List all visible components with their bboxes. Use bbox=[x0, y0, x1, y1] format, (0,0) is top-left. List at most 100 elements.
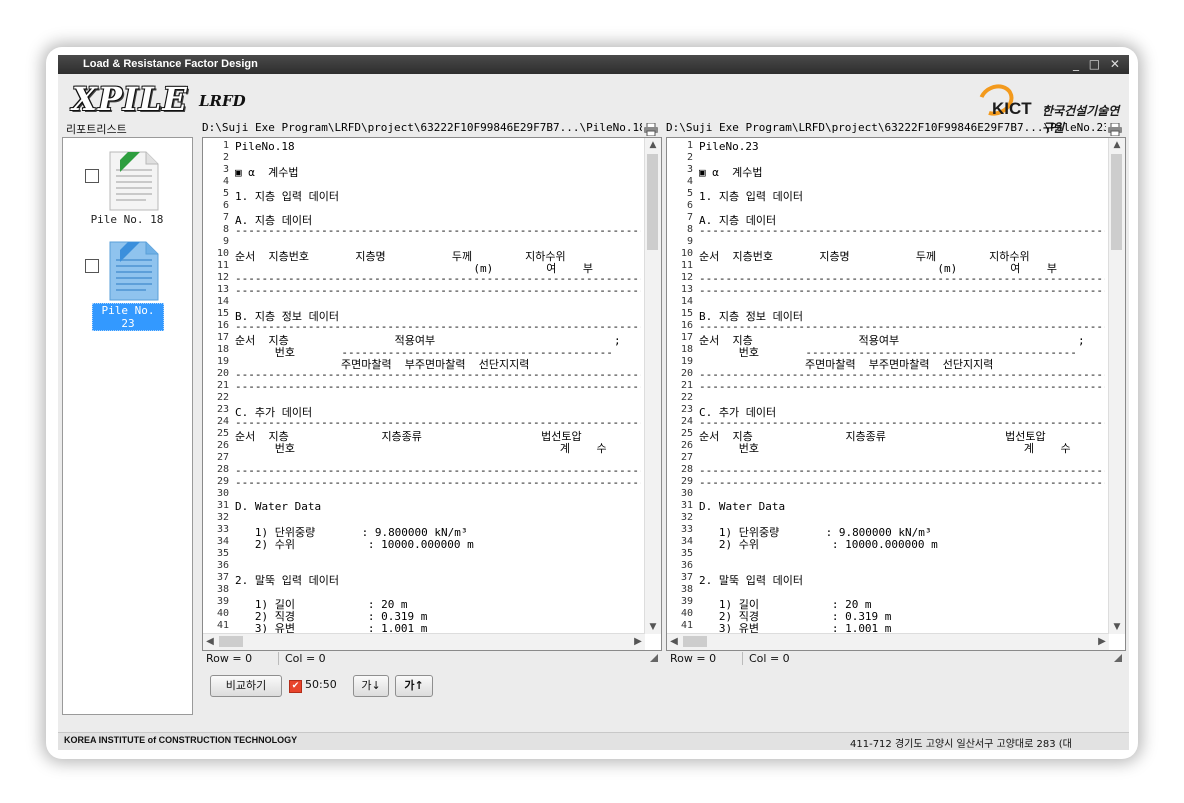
text-line: 21 --------------------------------------… bbox=[203, 380, 641, 393]
text-line: 32 bbox=[203, 512, 641, 524]
line-number: 38 bbox=[216, 584, 229, 595]
line-number: 21 bbox=[216, 380, 229, 391]
report-item-pile-23[interactable]: Pile No. 23 bbox=[63, 236, 192, 331]
split-50-50-checkbox[interactable]: ✔ bbox=[289, 680, 302, 693]
line-number: 6 bbox=[222, 200, 229, 211]
text-line: 33 1) 단위중량 : 9.800000 kN/m³ bbox=[667, 524, 1105, 539]
text-line: 28 --------------------------------------… bbox=[203, 464, 641, 477]
text-lines: 1 PileNo.18 2 3 ▣ α 계수법 4 5 1. 지층 입력 데이터 6 7 A. 지층… bbox=[203, 138, 641, 634]
line-number: 7 bbox=[686, 212, 693, 223]
line-number: 8 bbox=[686, 224, 693, 235]
line-number: 37 bbox=[680, 572, 693, 583]
compare-button[interactable]: 비교하기 bbox=[210, 675, 282, 697]
line-number: 20 bbox=[680, 368, 693, 379]
text-line: 12 --------------------------------------… bbox=[667, 272, 1105, 285]
line-number: 28 bbox=[216, 464, 229, 475]
vertical-scrollbar[interactable]: ▲ ▼ bbox=[1108, 138, 1125, 634]
text-line: 29 --------------------------------------… bbox=[667, 476, 1105, 489]
scroll-up-icon[interactable]: ▲ bbox=[645, 138, 661, 152]
scroll-down-icon[interactable]: ▼ bbox=[1109, 620, 1125, 634]
print-icon[interactable] bbox=[1108, 121, 1122, 137]
line-number: 10 bbox=[216, 248, 229, 259]
horizontal-scrollbar[interactable]: ◀ ▶ bbox=[203, 633, 645, 650]
text-line: 10 순서 지층번호 지층명 두께 지하수위 bbox=[667, 248, 1105, 263]
text-line: 7 A. 지층 데이터 bbox=[667, 212, 1105, 227]
text-line: 26 번호 계 수 bbox=[667, 440, 1105, 455]
footer-bar: KOREA INSTITUTE of CONSTRUCTION TECHNOLO… bbox=[58, 732, 1129, 750]
text-line: 5 1. 지층 입력 데이터 bbox=[667, 188, 1105, 203]
line-number: 23 bbox=[680, 404, 693, 415]
vertical-scrollbar[interactable]: ▲ ▼ bbox=[644, 138, 661, 634]
line-number: 2 bbox=[686, 152, 693, 163]
scroll-left-icon[interactable]: ◀ bbox=[667, 634, 681, 650]
line-number: 26 bbox=[680, 440, 693, 451]
line-number: 4 bbox=[222, 176, 229, 187]
text-viewer-left[interactable]: 1 PileNo.18 2 3 ▣ α 계수법 4 5 1. 지층 입력 데이터 6 7 A. 지층… bbox=[202, 137, 662, 651]
scroll-down-icon[interactable]: ▼ bbox=[645, 620, 661, 634]
report-item-pile-18[interactable]: Pile No. 18 bbox=[63, 146, 192, 236]
line-number: 2 bbox=[222, 152, 229, 163]
line-number: 25 bbox=[680, 428, 693, 439]
line-number: 30 bbox=[680, 488, 693, 499]
resize-grip-icon[interactable] bbox=[1114, 654, 1122, 662]
text-line: 8 ---------------------------------------… bbox=[667, 224, 1105, 237]
text-line: 15 B. 지층 정보 데이터 bbox=[203, 308, 641, 323]
scroll-right-icon[interactable]: ▶ bbox=[1095, 634, 1109, 650]
text-viewer-right[interactable]: 1 PileNo.23 2 3 ▣ α 계수법 4 5 1. 지층 입력 데이터 6 7 A. 지층… bbox=[666, 137, 1126, 651]
line-number: 8 bbox=[222, 224, 229, 235]
horizontal-scrollbar[interactable]: ◀ ▶ bbox=[667, 633, 1109, 650]
scroll-left-icon[interactable]: ◀ bbox=[203, 634, 217, 650]
text-line: 4 bbox=[667, 176, 1105, 188]
scroll-thumb[interactable] bbox=[647, 154, 658, 250]
resize-grip-icon[interactable] bbox=[650, 654, 658, 662]
line-number: 16 bbox=[680, 320, 693, 331]
line-number: 4 bbox=[686, 176, 693, 187]
title-bar[interactable]: Load & Resistance Factor Design _ □ ✕ bbox=[58, 55, 1129, 74]
window-controls[interactable]: _ □ ✕ bbox=[1073, 57, 1123, 71]
text-line: 3 ▣ α 계수법 bbox=[203, 164, 641, 179]
line-number: 19 bbox=[680, 356, 693, 367]
scroll-thumb[interactable] bbox=[1111, 154, 1122, 250]
line-number: 22 bbox=[680, 392, 693, 403]
window-title: Load & Resistance Factor Design bbox=[83, 58, 258, 70]
scroll-right-icon[interactable]: ▶ bbox=[631, 634, 645, 650]
text-line: 6 bbox=[667, 200, 1105, 212]
scroll-thumb[interactable] bbox=[219, 636, 243, 647]
line-number: 11 bbox=[216, 260, 229, 271]
print-icon[interactable] bbox=[644, 121, 658, 137]
report-item-label: Pile No. 18 bbox=[90, 213, 164, 226]
line-number: 38 bbox=[680, 584, 693, 595]
line-number: 41 bbox=[680, 620, 693, 631]
line-number: 9 bbox=[686, 236, 693, 247]
text-line: 24 --------------------------------------… bbox=[667, 416, 1105, 429]
line-number: 30 bbox=[216, 488, 229, 499]
text-line: 15 B. 지층 정보 데이터 bbox=[667, 308, 1105, 323]
text-line: 1 PileNo.18 bbox=[203, 140, 641, 153]
text-line: 11 (m) 여 부 bbox=[667, 260, 1105, 275]
scroll-up-icon[interactable]: ▲ bbox=[1109, 138, 1125, 152]
row-indicator: Row = 0 bbox=[670, 652, 717, 665]
line-number: 24 bbox=[680, 416, 693, 427]
line-number: 33 bbox=[216, 524, 229, 535]
text-lines: 1 PileNo.23 2 3 ▣ α 계수법 4 5 1. 지층 입력 데이터 6 7 A. 지층… bbox=[667, 138, 1105, 634]
font-decrease-button[interactable]: 가↓ bbox=[353, 675, 389, 697]
text-line: 1 PileNo.23 bbox=[667, 140, 1105, 153]
text-line: 19 주면마찰력 부주면마찰력 선단지지력 bbox=[667, 356, 1105, 371]
text-line: 39 1) 길이 : 20 m bbox=[203, 596, 641, 611]
text-line: 34 2) 수위 : 10000.000000 m bbox=[667, 536, 1105, 551]
text-line: 7 A. 지층 데이터 bbox=[203, 212, 641, 227]
text-line: 14 bbox=[203, 296, 641, 308]
text-line: 37 2. 말뚝 입력 데이터 bbox=[667, 572, 1105, 587]
text-line: 2 bbox=[667, 152, 1105, 164]
line-number: 12 bbox=[216, 272, 229, 283]
line-number: 10 bbox=[680, 248, 693, 259]
status-bar-left: Row = 0 Col = 0 bbox=[202, 651, 662, 667]
line-number: 39 bbox=[216, 596, 229, 607]
text-line: 38 bbox=[667, 584, 1105, 596]
scroll-thumb[interactable] bbox=[683, 636, 707, 647]
text-line: 18 번호 ----------------------------------… bbox=[667, 344, 1105, 359]
font-increase-button[interactable]: 가↑ bbox=[395, 675, 433, 697]
line-number: 27 bbox=[680, 452, 693, 463]
report-item-checkbox[interactable] bbox=[85, 259, 99, 273]
report-item-checkbox[interactable] bbox=[85, 169, 99, 183]
